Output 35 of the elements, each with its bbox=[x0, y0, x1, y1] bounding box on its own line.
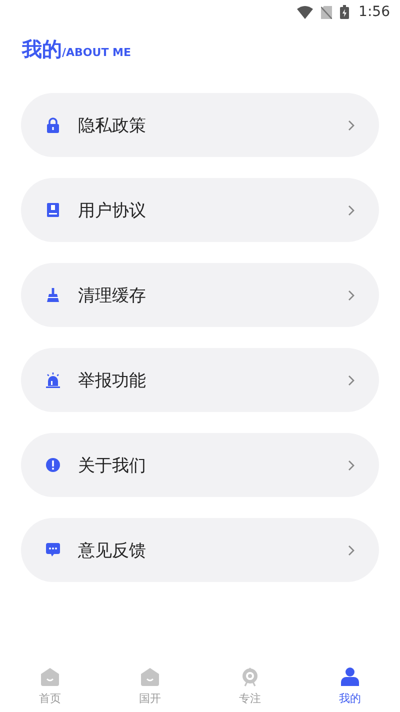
broom-icon bbox=[45, 287, 61, 303]
wifi-icon bbox=[296, 6, 313, 18]
lock-icon bbox=[45, 117, 61, 133]
menu-item[interactable]: 用户协议 bbox=[21, 178, 379, 242]
page-title: 我的 bbox=[22, 36, 62, 63]
book-icon bbox=[45, 202, 61, 218]
chevron-right-icon bbox=[348, 290, 355, 300]
chevron-right-icon bbox=[348, 374, 355, 386]
house-face-icon bbox=[40, 666, 60, 686]
menu-item[interactable]: 关于我们 bbox=[21, 433, 379, 497]
webcam-icon bbox=[240, 666, 260, 686]
menu-item[interactable]: 隐私政策 bbox=[21, 93, 379, 157]
menu-item[interactable]: 举报功能 bbox=[21, 348, 379, 412]
no-sim-icon bbox=[320, 6, 332, 18]
chevron-right-icon bbox=[348, 204, 355, 216]
menu-label: 意见反馈 bbox=[78, 540, 147, 562]
chat-bubble-icon bbox=[45, 542, 61, 558]
menu-label: 用户协议 bbox=[78, 200, 147, 222]
menu-item[interactable]: 清理缓存 bbox=[21, 263, 379, 327]
menu-label: 举报功能 bbox=[78, 370, 147, 392]
menu-label: 清理缓存 bbox=[78, 284, 147, 306]
menu-label: 隐私政策 bbox=[78, 114, 147, 136]
status-time: 1:56 bbox=[358, 4, 390, 20]
menu-item[interactable]: 意见反馈 bbox=[21, 518, 379, 582]
house-face-icon bbox=[140, 666, 160, 686]
battery-icon bbox=[340, 5, 349, 19]
page-subtitle: /ABOUT ME bbox=[62, 46, 131, 59]
person-icon bbox=[340, 666, 360, 686]
chevron-right-icon bbox=[348, 120, 355, 130]
chevron-right-icon bbox=[348, 460, 355, 470]
menu-label: 关于我们 bbox=[78, 454, 147, 476]
exclamation-icon bbox=[45, 457, 61, 473]
alarm-light-icon bbox=[45, 372, 61, 388]
chevron-right-icon bbox=[348, 544, 355, 556]
tab[interactable]: 我的 bbox=[300, 660, 400, 712]
